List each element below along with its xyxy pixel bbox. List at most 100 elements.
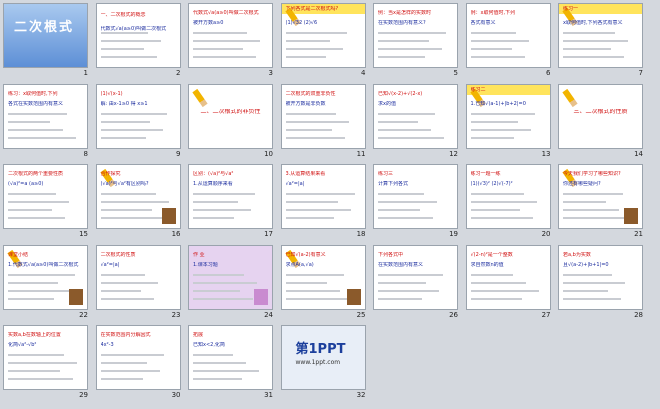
slide-preview[interactable]: 练习：x取何值时,下列 各式在实数范围内有意义 xyxy=(3,83,88,149)
slide-thumbnail[interactable]: 已知√(a-2)有意义 求点A(a,√a) 25 xyxy=(280,244,373,325)
slide-preview[interactable]: 下列各式中 在实数范围内有意义 xyxy=(373,244,458,310)
slide-thumbnail[interactable]: 今天我们学习了哪些知识? 你还有哪些疑问? 21 xyxy=(558,164,650,244)
slide-title: 已知√(a-2)有意义 xyxy=(285,251,326,258)
slide-preview[interactable]: 作 业 1.课本习题 xyxy=(188,244,273,310)
slide-thumbnail[interactable]: 二次根式的两个重要性质 (√a)²=a (a≥0) 15 xyxy=(3,164,95,244)
slide-preview[interactable]: 已知√(a-2)有意义 求点A(a,√a) xyxy=(280,244,366,310)
slide-preview[interactable]: 课堂小结 1.代数式√a(a≥0)叫做二次根式 xyxy=(3,244,88,310)
slide-preview[interactable]: 三、二次根式的性质 xyxy=(558,83,643,149)
slide-thumbnail[interactable]: √(2-n)²是一个整数 求自然数n的值 27 xyxy=(465,244,558,325)
slide-preview[interactable]: 例：x取何值时,下列 各式有意义 xyxy=(465,3,551,68)
slide-preview[interactable]: 二次根式 xyxy=(3,3,88,68)
slide-number: 24 xyxy=(264,310,273,319)
slide-number: 26 xyxy=(449,310,458,319)
slide-thumbnail[interactable]: 一、二次根式的概念 代数式√a(a≥0)叫做二次根式 2 xyxy=(95,3,188,83)
slide-preview[interactable]: 下列各式是二次根式吗? (1)√32 (2)√6 xyxy=(280,3,366,68)
slide-number: 4 xyxy=(361,69,366,77)
content-line xyxy=(378,281,426,284)
slide-preview[interactable]: 练习一 x取何值时,下列各式有意义 xyxy=(558,3,643,68)
slide-thumbnail[interactable]: 练习一题一练 (1)(√3)² (2)√(-7)² 20 xyxy=(465,164,558,244)
slide-thumbnail[interactable]: 代数式√a(a≥0)叫做二次根式 被开方数a≥0 3 xyxy=(188,3,280,83)
slide-number: 6 xyxy=(546,69,551,77)
slide-thumbnail[interactable]: 下列各式中 在实数范围内有意义 26 xyxy=(373,244,465,325)
content-line xyxy=(470,209,520,211)
content-line xyxy=(470,217,533,219)
slide-body-text: 计算下列各式 xyxy=(378,181,409,187)
slide-preview[interactable]: 实数a,b在数轴上的位置 化简√a²-√b² xyxy=(3,325,88,390)
content-line xyxy=(100,112,167,115)
content-line xyxy=(193,209,251,211)
slide-preview[interactable]: 第1PPT www.1ppt.com xyxy=(280,325,366,390)
slide-preview[interactable]: 若a,b为实数 且√(a-2)+|b+1|=0 xyxy=(558,244,643,310)
content-line xyxy=(563,56,624,58)
slide-number: 28 xyxy=(634,310,643,319)
slide-thumbnail[interactable]: 若a,b为实数 且√(a-2)+|b+1|=0 28 xyxy=(558,244,650,325)
slide-thumbnail[interactable]: 3.从运算结果来看 √a²=|a| 18 xyxy=(280,164,373,244)
slide-preview[interactable]: 练习二 1.已知√(a-1)+|b+2|=0 xyxy=(465,83,551,149)
slide-thumbnail[interactable]: 例：当x是怎样的实数时 在实数范围内有意义? 5 xyxy=(373,3,465,83)
slide-thumbnail[interactable]: 作 业 1.课本习题 24 xyxy=(188,244,280,325)
slide-thumbnail[interactable]: 拓展 已知x<2,化简 31 xyxy=(188,325,280,405)
content-line xyxy=(100,40,161,42)
content-line xyxy=(193,362,246,364)
slide-preview[interactable]: 已知√(x-2)+√(2-x) 求x的值 xyxy=(373,83,458,149)
content-line xyxy=(8,354,64,356)
slide-thumbnail[interactable]: 合作探究 (√a)²与√a²有区别吗? 16 xyxy=(95,164,188,244)
slide-preview[interactable]: 在实数范围内分解因式 4x²-3 xyxy=(95,325,181,390)
slide-thumbnail[interactable]: (1)√(x-1) 解: 由x-1≥0 得 x≥1 9 xyxy=(95,83,188,164)
slide-thumbnail[interactable]: 课堂小结 1.代数式√a(a≥0)叫做二次根式 22 xyxy=(3,244,95,325)
content-line xyxy=(100,32,148,34)
slide-preview[interactable]: 3.从运算结果来看 √a²=|a| xyxy=(280,164,366,229)
content-line xyxy=(470,193,524,195)
slide-number: 32 xyxy=(356,391,366,399)
slide-preview[interactable]: 二次根式的双重非负性 被开方数是非负数 xyxy=(280,83,366,149)
content-line xyxy=(100,193,156,195)
slide-thumbnail[interactable]: 三、二次根式的性质 14 xyxy=(558,83,650,164)
content-line xyxy=(563,281,625,284)
slide-thumbnail[interactable]: 二次根式的双重非负性 被开方数是非负数 11 xyxy=(280,83,373,164)
slide-thumbnail[interactable]: 下列各式是二次根式吗? (1)√32 (2)√6 4 xyxy=(280,3,373,83)
slide-preview[interactable]: 练习三 计算下列各式 xyxy=(373,164,458,229)
slide-title: 二次根式的性质 xyxy=(100,251,136,258)
content-line xyxy=(470,201,537,203)
slide-preview[interactable]: (1)√(x-1) 解: 由x-1≥0 得 x≥1 xyxy=(95,83,181,149)
slide-thumbnail[interactable]: 练习二 1.已知√(a-1)+|b+2|=0 13 xyxy=(465,83,558,164)
slide-title: 代数式√a(a≥0)叫做二次根式 xyxy=(193,10,259,16)
slide-preview[interactable]: 合作探究 (√a)²与√a²有区别吗? xyxy=(95,164,181,229)
content-line xyxy=(285,48,343,50)
slide-number: 23 xyxy=(171,310,181,319)
slide-preview[interactable]: 例：当x是怎样的实数时 在实数范围内有意义? xyxy=(373,3,458,68)
slide-thumbnail[interactable]: 第1PPT www.1ppt.com 32 xyxy=(280,325,373,405)
slide-title: 例：当x是怎样的实数时 xyxy=(378,10,431,16)
slide-title: 一、二次根式的概念 xyxy=(100,12,146,18)
slide-preview[interactable]: √(2-n)²是一个整数 求自然数n的值 xyxy=(465,244,551,310)
slide-preview[interactable]: 拓展 已知x<2,化简 xyxy=(188,325,273,390)
slide-thumbnail[interactable]: 练习一 x取何值时,下列各式有意义 7 xyxy=(558,3,650,83)
content-line xyxy=(285,209,351,211)
slide-thumbnail[interactable]: 二次根式的性质 √a²=|a| 23 xyxy=(95,244,188,325)
slide-thumbnail[interactable]: 练习三 计算下列各式 19 xyxy=(373,164,465,244)
slide-preview[interactable]: 区别：(√a)²与√a² 1.从运算顺序来看 xyxy=(188,164,273,229)
slide-body-text: 解: 由x-1≥0 得 x≥1 xyxy=(100,100,148,107)
slide-preview[interactable]: 二次根式的性质 √a²=|a| xyxy=(95,244,181,310)
slide-thumbnail[interactable]: 区别：(√a)²与√a² 1.从运算顺序来看 17 xyxy=(188,164,280,244)
slide-thumbnail[interactable]: 实数a,b在数轴上的位置 化简√a²-√b² 29 xyxy=(3,325,95,405)
content-line xyxy=(8,128,63,131)
slide-preview[interactable]: 今天我们学习了哪些知识? 你还有哪些疑问? xyxy=(558,164,643,229)
slide-thumbnail[interactable]: 练习：x取何值时,下列 各式在实数范围内有意义 8 xyxy=(3,83,95,164)
slide-preview[interactable]: 二、二次根式的非负性 xyxy=(188,83,273,149)
slide-thumbnail[interactable]: 二、二次根式的非负性 10 xyxy=(188,83,280,164)
slide-thumbnail[interactable]: 例：x取何值时,下列 各式有意义 6 xyxy=(465,3,558,83)
slide-preview[interactable]: 一、二次根式的概念 代数式√a(a≥0)叫做二次根式 xyxy=(95,3,181,68)
slide-preview[interactable]: 练习一题一练 (1)(√3)² (2)√(-7)² xyxy=(465,164,551,229)
slide-thumbnail[interactable]: 在实数范围内分解因式 4x²-3 30 xyxy=(95,325,188,405)
content-line xyxy=(378,112,435,115)
slide-title: 二、二次根式的非负性 xyxy=(200,108,261,115)
content-line xyxy=(378,209,420,211)
slide-thumbnail[interactable]: 二次根式 1 xyxy=(3,3,95,83)
slide-preview[interactable]: 代数式√a(a≥0)叫做二次根式 被开方数a≥0 xyxy=(188,3,273,68)
content-line xyxy=(563,48,611,50)
slide-thumbnail[interactable]: 已知√(x-2)+√(2-x) 求x的值 12 xyxy=(373,83,465,164)
content-line xyxy=(285,289,340,292)
slide-preview[interactable]: 二次根式的两个重要性质 (√a)²=a (a≥0) xyxy=(3,164,88,229)
